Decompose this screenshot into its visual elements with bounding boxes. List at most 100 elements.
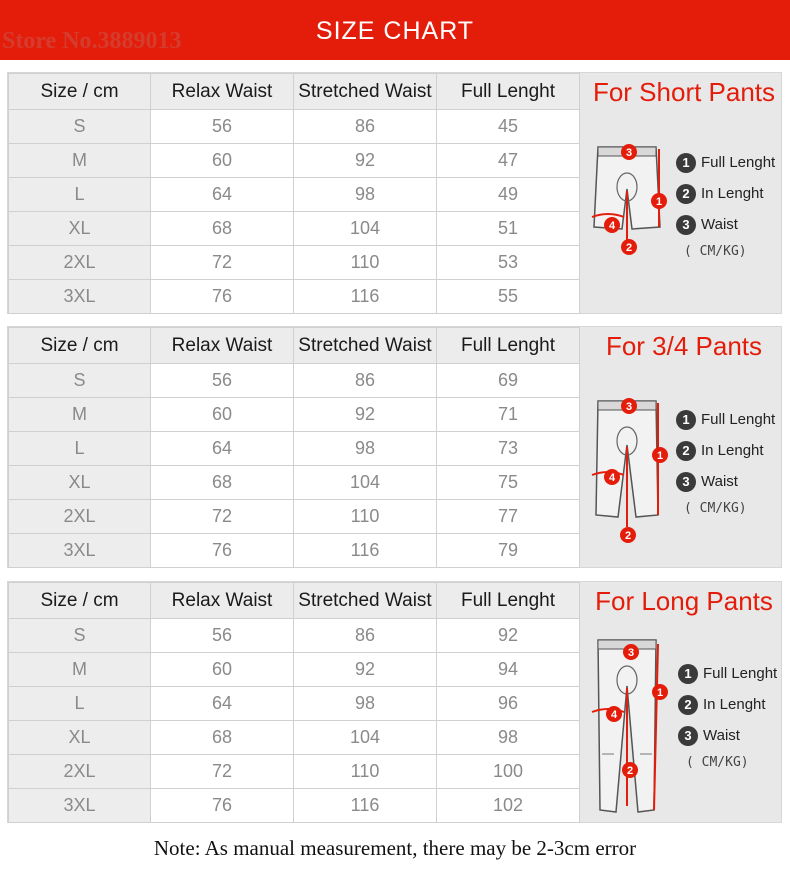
column-header-relax-waist: Relax Waist xyxy=(150,73,294,110)
size-cell: 2XL xyxy=(8,754,151,789)
stretched-waist-cell: 104 xyxy=(293,720,437,755)
legend-item-full-length: 1 Full Lenght xyxy=(678,658,788,689)
size-cell: 3XL xyxy=(8,533,151,568)
relax-waist-cell: 56 xyxy=(150,363,294,398)
number-two-icon: 2 xyxy=(678,694,698,715)
legend-label: Waist xyxy=(701,216,738,233)
svg-text:4: 4 xyxy=(609,472,616,484)
size-cell: XL xyxy=(8,211,151,246)
table-row: XL 68 104 75 xyxy=(8,465,580,500)
svg-text:1: 1 xyxy=(657,450,663,462)
relax-waist-cell: 72 xyxy=(150,499,294,534)
size-cell: S xyxy=(8,618,151,653)
svg-text:2: 2 xyxy=(626,242,632,254)
short-pants-section: Size / cm Relax Waist Stretched Waist Fu… xyxy=(7,72,782,314)
short-pants-diagram: 3 1 4 2 xyxy=(591,144,667,255)
number-three-icon: 3 xyxy=(678,725,698,746)
stretched-waist-cell: 116 xyxy=(293,279,437,314)
measurement-legend: 1 Full Lenght 2 In Lenght 3 Waist ( CM/KG) xyxy=(678,658,788,770)
svg-text:1: 1 xyxy=(657,687,663,699)
table-row: L 64 98 73 xyxy=(8,431,580,466)
long-pants-section: Size / cm Relax Waist Stretched Waist Fu… xyxy=(7,581,782,823)
stretched-waist-cell: 116 xyxy=(293,533,437,568)
svg-text:2: 2 xyxy=(627,765,633,777)
relax-waist-cell: 76 xyxy=(150,533,294,568)
full-length-cell: 98 xyxy=(436,720,580,755)
column-header-relax-waist: Relax Waist xyxy=(150,582,294,619)
size-cell: 3XL xyxy=(8,788,151,823)
legend-item-waist: 3 Waist xyxy=(676,209,786,240)
table-row: 2XL 72 110 100 xyxy=(8,754,580,789)
size-cell: S xyxy=(8,109,151,144)
full-length-cell: 69 xyxy=(436,363,580,398)
legend-label: Waist xyxy=(703,727,740,744)
table-row: S 56 86 69 xyxy=(8,363,580,398)
full-length-cell: 51 xyxy=(436,211,580,246)
full-length-cell: 92 xyxy=(436,618,580,653)
number-two-icon: 2 xyxy=(676,183,696,204)
table-row: 3XL 76 116 55 xyxy=(8,279,580,314)
legend-item-waist: 3 Waist xyxy=(678,720,788,751)
number-three-icon: 3 xyxy=(676,214,696,235)
column-header-relax-waist: Relax Waist xyxy=(150,327,294,364)
number-two-icon: 2 xyxy=(676,440,696,461)
full-length-cell: 94 xyxy=(436,652,580,687)
stretched-waist-cell: 98 xyxy=(293,686,437,721)
svg-text:3: 3 xyxy=(626,147,632,159)
legend-item-full-length: 1 Full Lenght xyxy=(676,404,786,435)
size-cell: S xyxy=(8,363,151,398)
legend-label: Full Lenght xyxy=(703,665,778,682)
relax-waist-cell: 68 xyxy=(150,211,294,246)
section-title: For Long Pants xyxy=(595,586,773,616)
stretched-waist-cell: 110 xyxy=(293,499,437,534)
legend-label: In Lenght xyxy=(701,185,764,202)
relax-waist-cell: 64 xyxy=(150,686,294,721)
size-cell: 3XL xyxy=(8,279,151,314)
column-header-stretched-waist: Stretched Waist xyxy=(293,327,437,364)
relax-waist-cell: 72 xyxy=(150,245,294,280)
legend-label: Full Lenght xyxy=(701,154,776,171)
full-length-cell: 102 xyxy=(436,788,580,823)
size-table: Size / cm Relax Waist Stretched Waist Fu… xyxy=(8,582,580,823)
column-header-size: Size / cm xyxy=(8,73,151,110)
table-row: M 60 92 47 xyxy=(8,143,580,178)
full-length-cell: 77 xyxy=(436,499,580,534)
size-cell: L xyxy=(8,431,151,466)
legend-label: In Lenght xyxy=(701,442,764,459)
measurement-legend: 1 Full Lenght 2 In Lenght 3 Waist ( CM/KG) xyxy=(676,404,786,516)
table-row: L 64 98 96 xyxy=(8,686,580,721)
header-banner: Store No.3889013 SIZE CHART xyxy=(0,0,790,60)
stretched-waist-cell: 110 xyxy=(293,245,437,280)
column-header-size: Size / cm xyxy=(8,327,151,364)
legend-item-waist: 3 Waist xyxy=(676,466,786,497)
stretched-waist-cell: 86 xyxy=(293,363,437,398)
table-row: M 60 92 71 xyxy=(8,397,580,432)
table-header-row: Size / cm Relax Waist Stretched Waist Fu… xyxy=(8,73,580,110)
relax-waist-cell: 72 xyxy=(150,754,294,789)
relax-waist-cell: 76 xyxy=(150,788,294,823)
table-row: S 56 86 92 xyxy=(8,618,580,653)
stretched-waist-cell: 110 xyxy=(293,754,437,789)
table-row: 3XL 76 116 79 xyxy=(8,533,580,568)
legend-item-in-length: 2 In Lenght xyxy=(676,178,786,209)
column-header-full-length: Full Lenght xyxy=(436,327,580,364)
page-title: SIZE CHART xyxy=(315,17,475,45)
relax-waist-cell: 76 xyxy=(150,279,294,314)
number-one-icon: 1 xyxy=(676,152,696,173)
relax-waist-cell: 60 xyxy=(150,397,294,432)
legend-item-in-length: 2 In Lenght xyxy=(678,689,788,720)
full-length-cell: 47 xyxy=(436,143,580,178)
svg-text:1: 1 xyxy=(656,196,662,208)
column-header-stretched-waist: Stretched Waist xyxy=(293,73,437,110)
size-cell: 2XL xyxy=(8,499,151,534)
unit-label: ( CM/KG) xyxy=(684,244,747,259)
full-length-cell: 75 xyxy=(436,465,580,500)
size-cell: L xyxy=(8,686,151,721)
measurement-legend: 1 Full Lenght 2 In Lenght 3 Waist ( CM/KG) xyxy=(676,147,786,259)
stretched-waist-cell: 104 xyxy=(293,465,437,500)
svg-text:3: 3 xyxy=(626,401,632,413)
table-row: XL 68 104 51 xyxy=(8,211,580,246)
table-row: L 64 98 49 xyxy=(8,177,580,212)
size-cell: XL xyxy=(8,465,151,500)
full-length-cell: 49 xyxy=(436,177,580,212)
